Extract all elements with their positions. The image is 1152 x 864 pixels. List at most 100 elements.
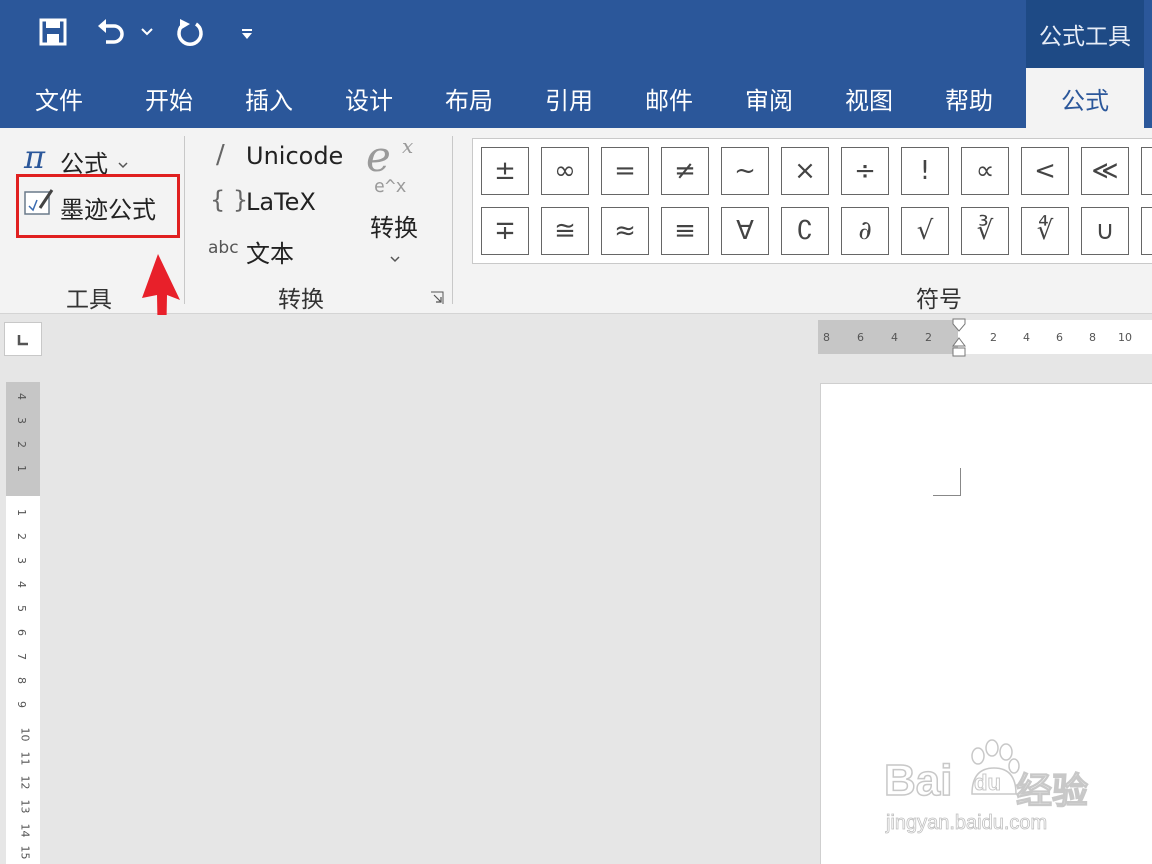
ruler-number: 3	[15, 557, 28, 564]
ruler-number: 6	[15, 629, 28, 636]
ruler-number: 2	[15, 441, 28, 448]
symbol-button[interactable]: ~	[721, 147, 769, 195]
redo-icon[interactable]	[172, 12, 208, 56]
undo-dropdown-icon[interactable]	[138, 12, 156, 52]
context-tab-label: 公式工具	[1026, 0, 1144, 68]
tab-review[interactable]: 审阅	[726, 68, 812, 128]
symbol-button[interactable]: ∛	[961, 207, 1009, 255]
unicode-label: Unicode	[246, 142, 344, 170]
symbol-button[interactable]: ±	[481, 147, 529, 195]
text-button[interactable]: abc 文本	[206, 230, 336, 268]
symbol-button[interactable]: !	[901, 147, 949, 195]
symbol-button[interactable]: ×	[781, 147, 829, 195]
ruler-number: 8	[15, 677, 28, 684]
ruler-number: 5	[15, 605, 28, 612]
ruler-number: 2	[925, 331, 932, 344]
braces-icon: { }	[210, 186, 249, 214]
convert-label: 转换	[370, 214, 418, 242]
ruler-number: 2	[990, 331, 997, 344]
ruler-number: 15	[18, 845, 32, 860]
symbol-button[interactable]: ≡	[661, 207, 709, 255]
group-divider	[452, 136, 453, 304]
ruler-number: 10	[18, 727, 32, 742]
undo-icon[interactable]	[94, 12, 128, 52]
ribbon-tab-bar: 文件 开始 插入 设计 布局 引用 邮件 审阅 视图 帮助 公式	[0, 68, 1152, 128]
watermark-brand: Bai	[883, 755, 953, 806]
ruler-number: 12	[18, 775, 32, 790]
tab-equation[interactable]: 公式	[1026, 68, 1144, 128]
tab-file[interactable]: 文件	[16, 68, 102, 128]
latex-button[interactable]: { } LaTeX	[206, 184, 336, 222]
symbol-button[interactable]: ∂	[841, 207, 889, 255]
symbol-button[interactable]: ≪	[1081, 147, 1129, 195]
symbol-button[interactable]	[1141, 207, 1152, 255]
symbol-button[interactable]: ∞	[541, 147, 589, 195]
tab-home[interactable]: 开始	[126, 68, 212, 128]
symbol-button[interactable]: ∓	[481, 207, 529, 255]
latex-label: LaTeX	[246, 188, 316, 216]
symbol-button[interactable]: ∁	[781, 207, 829, 255]
customize-dropdown-icon[interactable]	[236, 12, 258, 56]
convert-icon: e x e^x	[366, 132, 414, 197]
ruler-number: 1	[15, 509, 28, 516]
tab-view[interactable]: 视图	[826, 68, 912, 128]
symbol-gallery: ± ∞ = ≠ ~ × ÷ ! ∝ < ≪ ∓ ≅ ≈ ≡ ∀ ∁ ∂ √ ∛ …	[472, 138, 1152, 264]
tab-layout[interactable]: 布局	[426, 68, 512, 128]
margin-corner-mark	[933, 468, 961, 496]
ruler-number: 6	[857, 331, 864, 344]
ruler-number: 4	[891, 331, 898, 344]
symbol-button[interactable]: =	[601, 147, 649, 195]
text-label: 文本	[246, 240, 294, 268]
ruler-number: 8	[1089, 331, 1096, 344]
symbol-button[interactable]: ÷	[841, 147, 889, 195]
tab-references[interactable]: 引用	[526, 68, 612, 128]
symbol-button[interactable]: ∜	[1021, 207, 1069, 255]
tab-help[interactable]: 帮助	[926, 68, 1012, 128]
unicode-button[interactable]: / Unicode	[206, 138, 346, 176]
ruler-number: 4	[15, 393, 28, 400]
tab-insert[interactable]: 插入	[226, 68, 312, 128]
symbols-group-label: 符号	[916, 287, 962, 313]
tab-mailings[interactable]: 邮件	[626, 68, 712, 128]
horizontal-ruler[interactable]: 8 6 4 2 2 4 6 8 10	[818, 318, 1152, 357]
ruler-number: 7	[15, 653, 28, 660]
tab-design[interactable]: 设计	[326, 68, 412, 128]
ruler-number: 4	[15, 581, 28, 588]
symbol-button[interactable]: ∀	[721, 207, 769, 255]
slash-icon: /	[216, 140, 225, 170]
dialog-launcher-icon[interactable]	[430, 290, 444, 304]
ruler-number: 10	[1118, 331, 1132, 344]
symbol-button[interactable]: <	[1021, 147, 1069, 195]
equation-button[interactable]: π 公式	[22, 136, 142, 178]
symbol-button[interactable]	[1141, 147, 1152, 195]
conversions-group-label: 转换	[278, 287, 324, 313]
symbol-button[interactable]: ≅	[541, 207, 589, 255]
watermark-url: jingyan.baidu.com	[886, 812, 1048, 835]
ruler-number: 4	[1023, 331, 1030, 344]
symbol-button[interactable]: ≈	[601, 207, 649, 255]
indent-marker[interactable]	[952, 318, 966, 358]
tools-group-label: 工具	[66, 287, 112, 313]
ruler-number: 11	[18, 751, 32, 766]
symbol-button[interactable]: ∪	[1081, 207, 1129, 255]
watermark-brand: du	[974, 770, 1002, 796]
highlight-box	[16, 174, 180, 238]
vertical-ruler[interactable]: 4 3 2 1 1 2 3 4 5 6 7 8 9 10 11 12 13 14…	[6, 382, 40, 864]
watermark-brand: 经验	[1015, 770, 1089, 812]
watermark: Bai du 经验 jingyan.baidu.com	[880, 736, 1140, 846]
tab-selector[interactable]	[4, 322, 42, 356]
ruler-number: 1	[15, 465, 28, 472]
symbol-button[interactable]: √	[901, 207, 949, 255]
save-icon[interactable]	[38, 12, 68, 52]
ruler-number: 3	[15, 417, 28, 424]
chevron-down-icon	[118, 154, 128, 173]
ruler-number: 6	[1056, 331, 1063, 344]
ruler-number: 13	[18, 799, 32, 814]
symbol-button[interactable]: ≠	[661, 147, 709, 195]
title-bar: 公式工具	[0, 0, 1152, 68]
symbol-button[interactable]: ∝	[961, 147, 1009, 195]
convert-button[interactable]: e x e^x 转换	[356, 132, 436, 266]
ruler-margin	[818, 320, 958, 354]
ruler-number: 8	[823, 331, 830, 344]
ruler-number: 9	[15, 701, 28, 708]
